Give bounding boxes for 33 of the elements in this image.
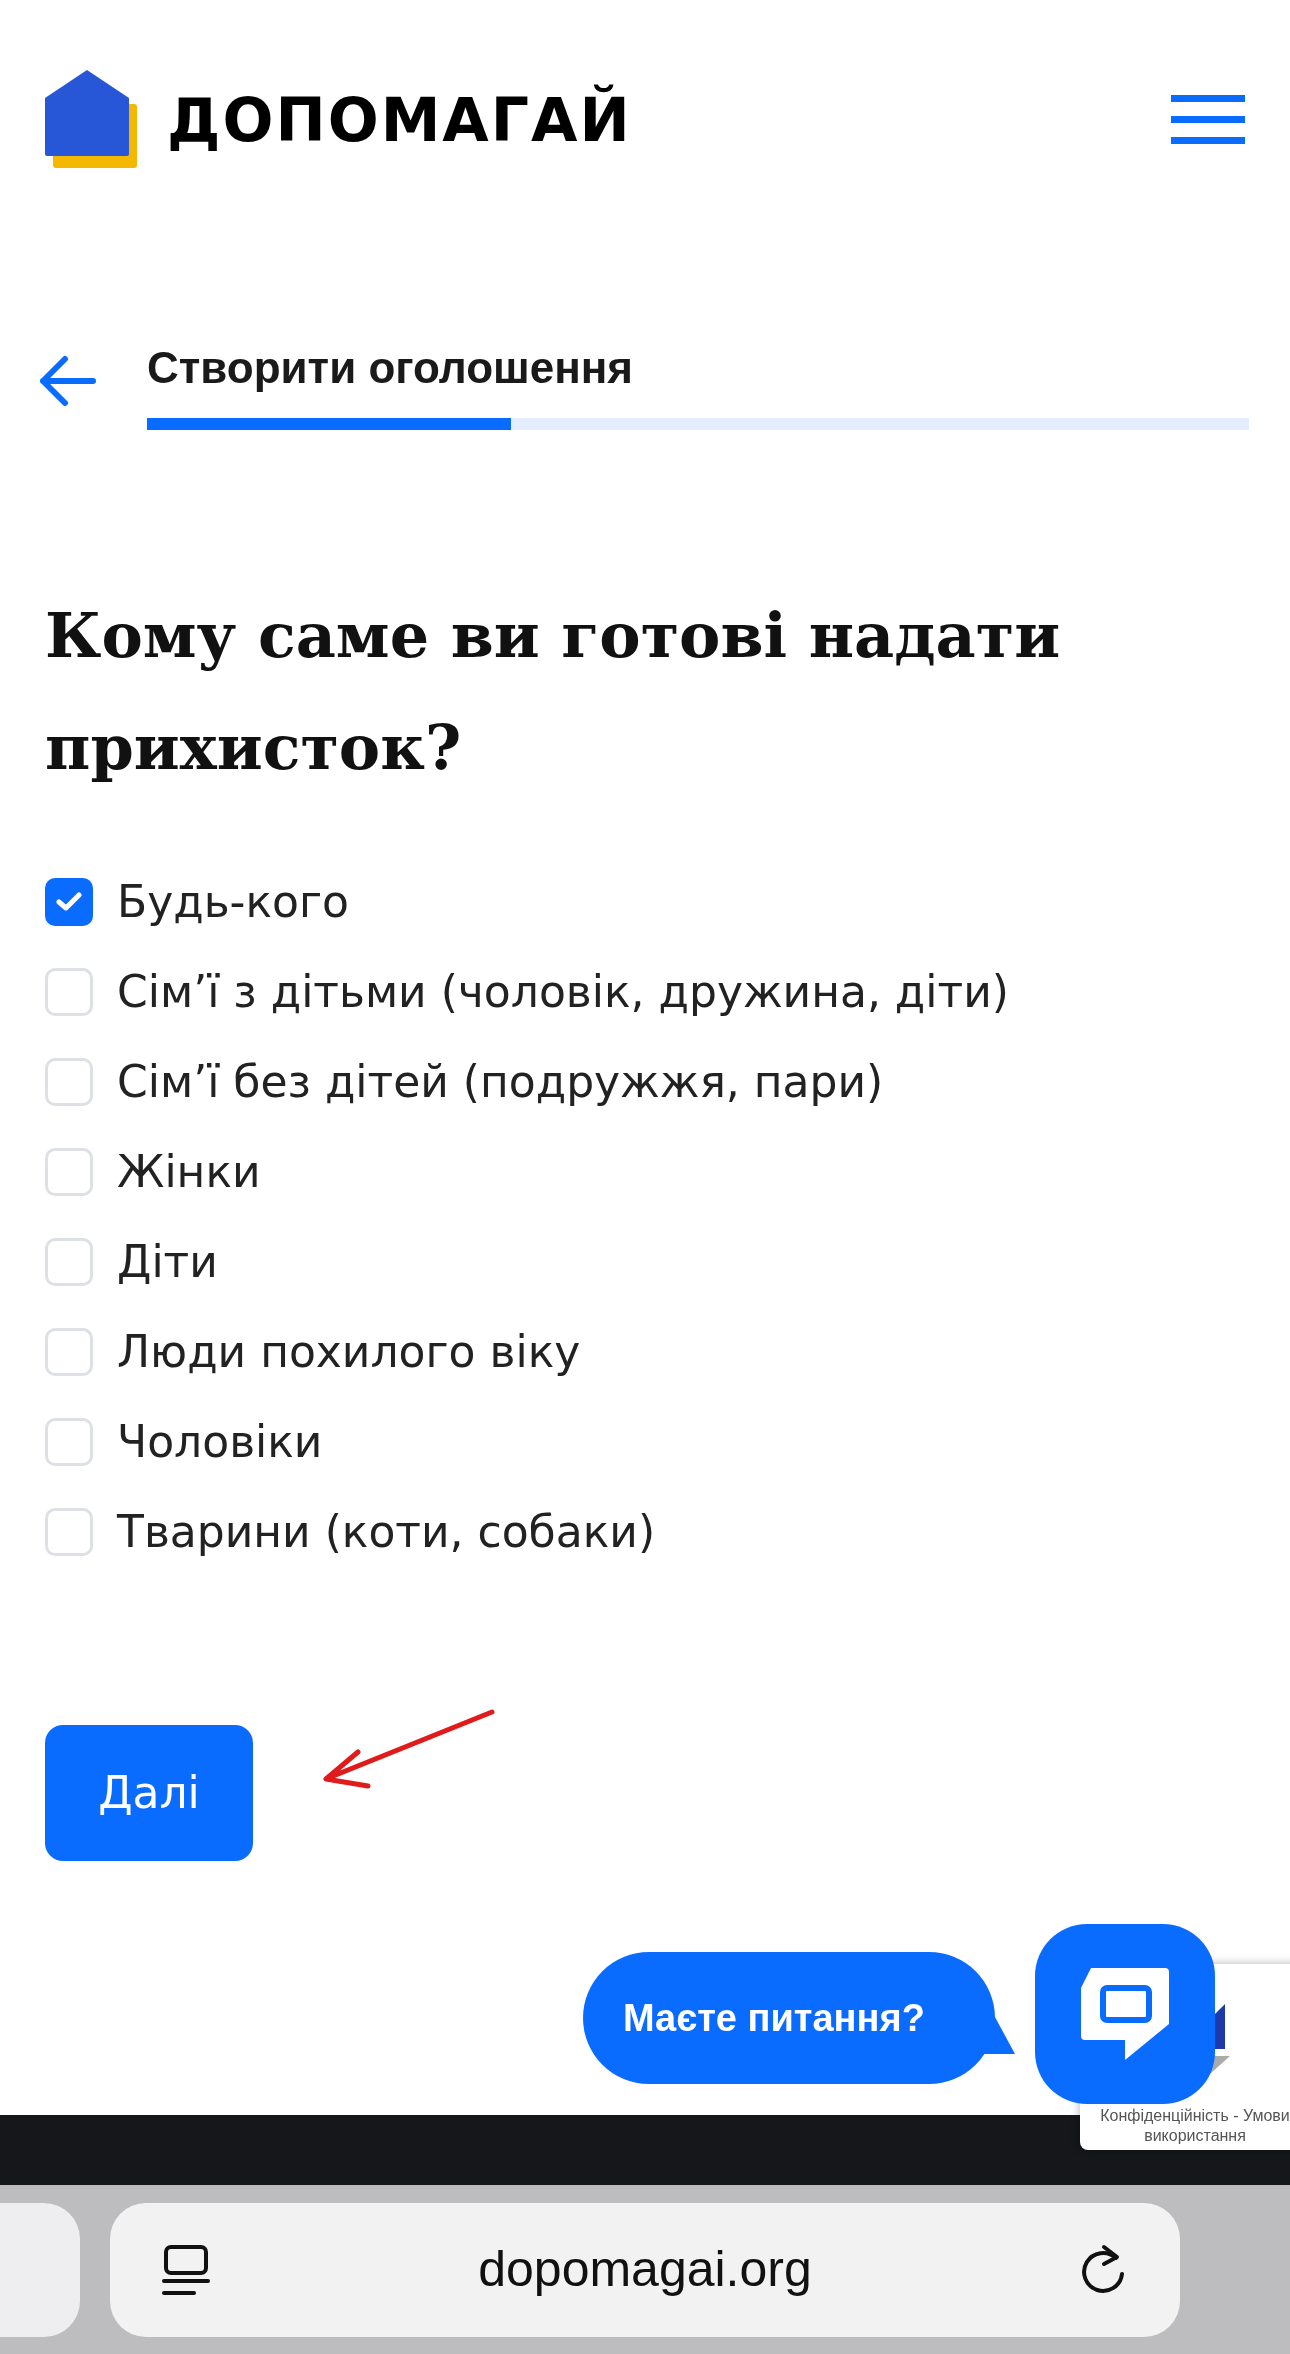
url-text: dopomagai.org (478, 2240, 812, 2299)
checkbox[interactable] (45, 878, 93, 926)
checkbox[interactable] (45, 1328, 93, 1376)
next-button[interactable]: Далі (45, 1725, 253, 1861)
checkbox[interactable] (45, 1238, 93, 1286)
chat-button[interactable] (1035, 1924, 1215, 2104)
back-arrow-icon[interactable] (37, 355, 97, 407)
option-label[interactable]: Діти (117, 1229, 218, 1295)
logo-text[interactable]: ДОПОМАГАЙ (167, 75, 632, 165)
checkbox[interactable] (45, 968, 93, 1016)
checkbox[interactable] (45, 1508, 93, 1556)
option-label[interactable]: Сім’ї без дітей (подружжя, пари) (117, 1049, 884, 1115)
option-label[interactable]: Чоловіки (117, 1409, 323, 1475)
option-label[interactable]: Люди похилого віку (117, 1319, 581, 1385)
recaptcha-links[interactable]: Конфіденційність - Умови використання (1080, 2106, 1290, 2146)
option-label[interactable]: Будь-кого (117, 869, 349, 935)
address-bar[interactable]: dopomagai.org (110, 2202, 1180, 2337)
checkmark-icon (56, 892, 82, 912)
option-label[interactable]: Жінки (117, 1139, 261, 1205)
question-heading: Кому саме ви готові надати прихисток? (45, 598, 1062, 786)
house-logo-icon (45, 70, 137, 170)
option-label[interactable]: Сім’ї з дітьми (чоловік, дружина, діти) (117, 959, 1009, 1025)
tab-button[interactable] (0, 2202, 80, 2337)
step-title: Створити оголошення (147, 342, 635, 394)
chat-icon (1081, 1968, 1169, 2060)
checkbox[interactable] (45, 1148, 93, 1196)
reader-icon[interactable] (162, 2243, 210, 2296)
menu-icon[interactable] (1171, 95, 1245, 145)
option-label[interactable]: Тварини (коти, собаки) (117, 1499, 656, 1565)
bubble-text: Маєте питання? (623, 1995, 925, 2041)
question-bubble[interactable]: Маєте питання? (583, 1952, 995, 2084)
checkbox[interactable] (45, 1058, 93, 1106)
checkbox[interactable] (45, 1418, 93, 1466)
